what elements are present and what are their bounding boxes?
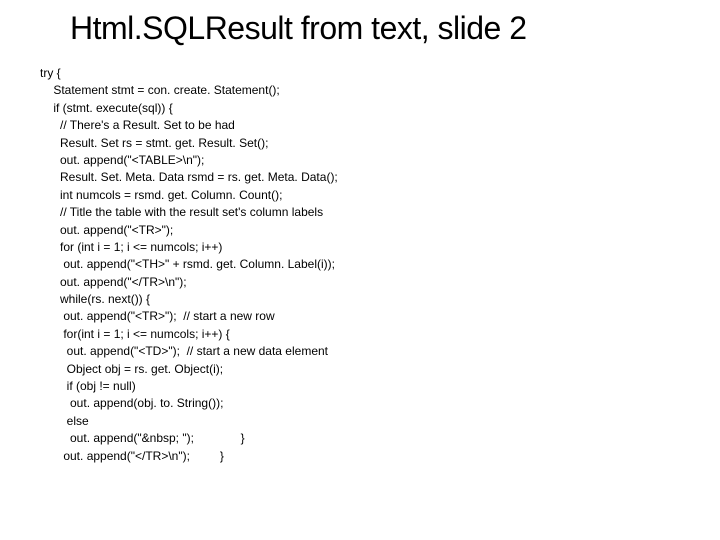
slide-title: Html.SQLResult from text, slide 2 — [70, 10, 690, 47]
slide-container: Html.SQLResult from text, slide 2 try { … — [0, 0, 720, 540]
code-block: try { Statement stmt = con. create. Stat… — [40, 65, 690, 465]
